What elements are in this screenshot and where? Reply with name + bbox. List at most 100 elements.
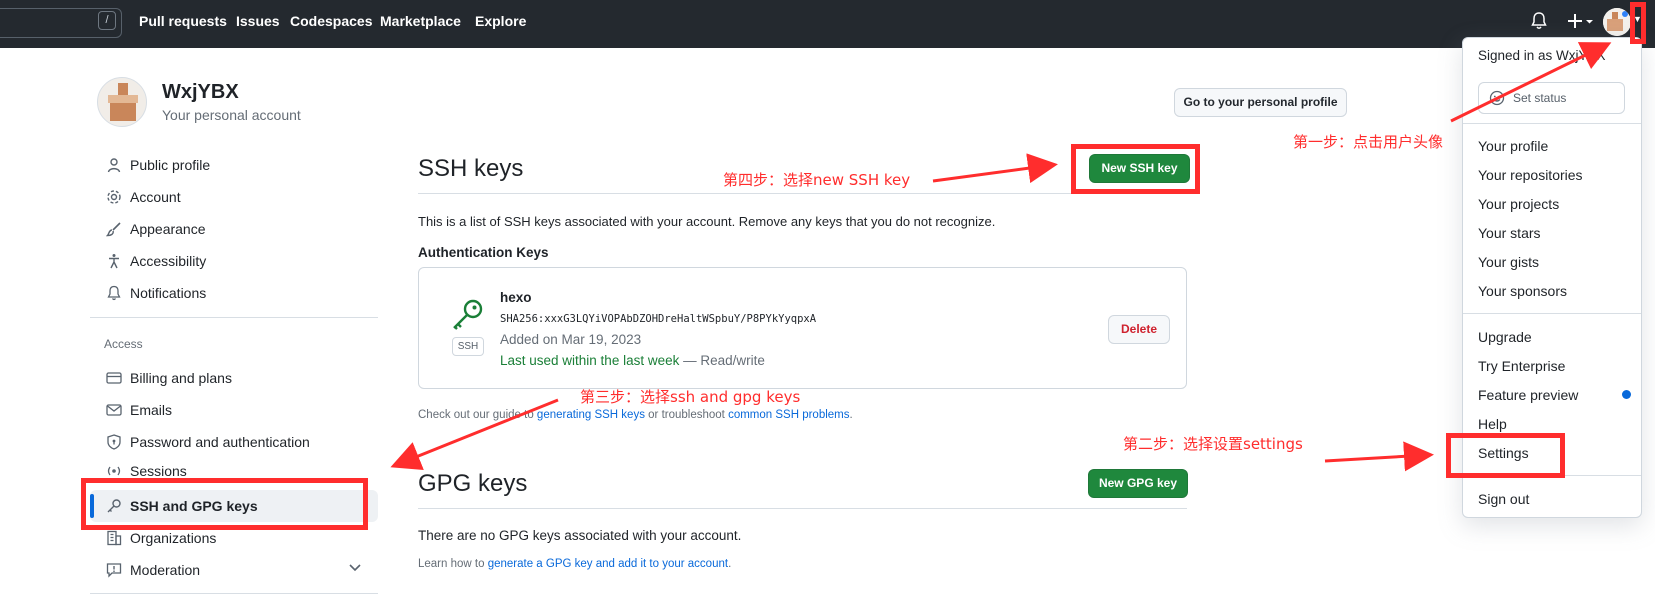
sidebar-item-emails[interactable]: Emails bbox=[106, 399, 172, 421]
annotation-box-avatar bbox=[1630, 2, 1646, 44]
annotation-step2: 第二步：选择设置settings bbox=[1123, 435, 1303, 453]
annotation-box-new-ssh-key bbox=[1071, 144, 1200, 194]
sidebar-item-organizations[interactable]: Organizations bbox=[106, 527, 216, 549]
go-to-profile-button[interactable]: Go to your personal profile bbox=[1174, 88, 1347, 117]
new-gpg-key-button[interactable]: New GPG key bbox=[1088, 469, 1188, 498]
sidebar-item-password[interactable]: Password and authentication bbox=[106, 431, 310, 453]
menu-feature-preview[interactable]: Feature preview bbox=[1478, 387, 1578, 403]
ssh-description: This is a list of SSH keys associated wi… bbox=[418, 214, 996, 229]
gpg-learn-text: Learn how to generate a GPG key and add … bbox=[418, 558, 731, 570]
sidebar-item-label: Billing and plans bbox=[130, 370, 232, 386]
signed-in-label: Signed in as WxjYBX bbox=[1478, 48, 1606, 63]
delete-key-button[interactable]: Delete bbox=[1108, 315, 1170, 344]
bell-icon[interactable] bbox=[1531, 12, 1547, 30]
sidebar-item-label: Emails bbox=[130, 402, 173, 418]
sidebar-item-label: Sessions bbox=[130, 463, 187, 477]
key-icon bbox=[453, 299, 483, 330]
ssh-badge: SSH bbox=[452, 337, 484, 356]
sidebar-item-accessibility[interactable]: Accessibility bbox=[106, 250, 206, 272]
menu-help[interactable]: Help bbox=[1478, 416, 1507, 432]
ssh-key-added: Added on Mar 19, 2023 bbox=[500, 332, 642, 347]
annotation-box-ssh-gpg-keys bbox=[81, 478, 368, 530]
sidebar-item-public-profile[interactable]: Public profile bbox=[106, 154, 210, 176]
ssh-key-card bbox=[418, 267, 1187, 389]
generate-gpg-key-link[interactable]: generate a GPG key and add it to your ac… bbox=[488, 558, 728, 570]
common-ssh-problems-link[interactable]: common SSH problems bbox=[728, 409, 849, 421]
generating-ssh-keys-link[interactable]: generating SSH keys bbox=[537, 409, 645, 421]
menu-try-enterprise[interactable]: Try Enterprise bbox=[1478, 358, 1565, 374]
menu-your-gists[interactable]: Your gists bbox=[1478, 254, 1539, 270]
paintbrush-icon bbox=[106, 222, 121, 237]
annotation-step4: 第四步：选择new SSH key bbox=[723, 171, 911, 189]
sidebar-item-label: Organizations bbox=[130, 530, 217, 546]
menu-your-projects[interactable]: Your projects bbox=[1478, 196, 1559, 212]
sidebar-item-notifications[interactable]: Notifications bbox=[106, 282, 206, 304]
credit-card-icon bbox=[106, 372, 122, 384]
menu-sign-out[interactable]: Sign out bbox=[1478, 491, 1529, 507]
gpg-empty-text: There are no GPG keys associated with yo… bbox=[418, 528, 742, 543]
nav-marketplace[interactable]: Marketplace bbox=[380, 13, 461, 29]
arrow-step4 bbox=[932, 153, 1058, 184]
ssh-key-access: — Read/write bbox=[683, 353, 765, 368]
nav-codespaces[interactable]: Codespaces bbox=[290, 13, 372, 29]
report-icon bbox=[106, 563, 122, 578]
sidebar-item-label: Account bbox=[130, 189, 181, 205]
sidebar-item-appearance[interactable]: Appearance bbox=[106, 218, 206, 240]
menu-your-repositories[interactable]: Your repositories bbox=[1478, 167, 1583, 183]
nav-pull-requests[interactable]: Pull requests bbox=[139, 13, 227, 29]
set-status-label: Set status bbox=[1513, 91, 1567, 105]
sidebar-item-label: Notifications bbox=[130, 285, 207, 301]
sidebar-item-billing[interactable]: Billing and plans bbox=[106, 367, 232, 389]
nav-explore[interactable]: Explore bbox=[475, 13, 526, 29]
avatar[interactable] bbox=[1603, 8, 1631, 36]
arrow-step2 bbox=[1324, 441, 1434, 472]
sidebar-item-sessions[interactable]: Sessions bbox=[106, 463, 187, 477]
sidebar-item-account[interactable]: Account bbox=[106, 186, 181, 208]
nav-issues[interactable]: Issues bbox=[236, 13, 280, 29]
chevron-down-icon[interactable] bbox=[348, 563, 362, 573]
search-shortcut-key: / bbox=[98, 11, 116, 30]
gpg-learn-suffix: . bbox=[728, 558, 732, 570]
menu-upgrade[interactable]: Upgrade bbox=[1478, 329, 1532, 345]
gpg-learn-prefix: Learn how to bbox=[418, 558, 488, 570]
sidebar-divider bbox=[90, 317, 378, 318]
sidebar-item-moderation[interactable]: Moderation bbox=[106, 559, 200, 581]
set-status-button[interactable]: Set status bbox=[1478, 82, 1625, 114]
broadcast-icon bbox=[107, 466, 121, 476]
account-name: WxjYBX bbox=[162, 81, 239, 103]
ssh-key-usage: Last used within the last week — Read/wr… bbox=[500, 353, 765, 368]
ssh-key-fingerprint: SHA256:xxxG3LQYiVOPAbDZOHDreHaltWSpbuY/P… bbox=[500, 313, 817, 325]
plus-icon[interactable] bbox=[1567, 11, 1595, 31]
sidebar-divider bbox=[90, 593, 378, 594]
menu-your-stars[interactable]: Your stars bbox=[1478, 225, 1541, 241]
menu-your-sponsors[interactable]: Your sponsors bbox=[1478, 283, 1567, 299]
ssh-key-last-used: Last used within the last week bbox=[500, 353, 680, 368]
ssh-guide-prefix: Check out our guide to bbox=[418, 409, 537, 421]
bell-icon bbox=[107, 285, 121, 301]
auth-keys-heading: Authentication Keys bbox=[418, 245, 549, 260]
sidebar-item-label: Accessibility bbox=[130, 253, 207, 269]
sidebar-item-label: Moderation bbox=[130, 562, 201, 578]
sidebar-item-label: Public profile bbox=[130, 157, 211, 173]
account-avatar bbox=[97, 77, 147, 127]
annotation-box-settings bbox=[1446, 433, 1565, 478]
shield-lock-icon bbox=[107, 434, 121, 450]
gear-icon bbox=[107, 190, 121, 204]
gpg-keys-title: GPG keys bbox=[418, 470, 528, 497]
organization-icon bbox=[107, 530, 122, 546]
top-header: / Pull requests Issues Codespaces Market… bbox=[0, 0, 1655, 48]
ssh-keys-title: SSH keys bbox=[418, 155, 524, 182]
menu-divider bbox=[1463, 123, 1641, 124]
person-icon bbox=[107, 158, 121, 173]
sidebar-heading-access: Access bbox=[104, 337, 143, 351]
menu-your-profile[interactable]: Your profile bbox=[1478, 138, 1548, 154]
ssh-guide-suffix: . bbox=[849, 409, 853, 421]
sidebar-item-label: Appearance bbox=[130, 221, 206, 237]
smiley-icon bbox=[1489, 90, 1505, 106]
ssh-guide-middle: or troubleshoot bbox=[644, 409, 729, 421]
ssh-key-name: hexo bbox=[500, 290, 532, 305]
section-divider bbox=[418, 508, 1187, 509]
mail-icon bbox=[106, 404, 122, 416]
annotation-step3: 第三步：选择ssh and gpg keys bbox=[580, 388, 801, 406]
ssh-guide-text: Check out our guide to generating SSH ke… bbox=[418, 409, 853, 421]
